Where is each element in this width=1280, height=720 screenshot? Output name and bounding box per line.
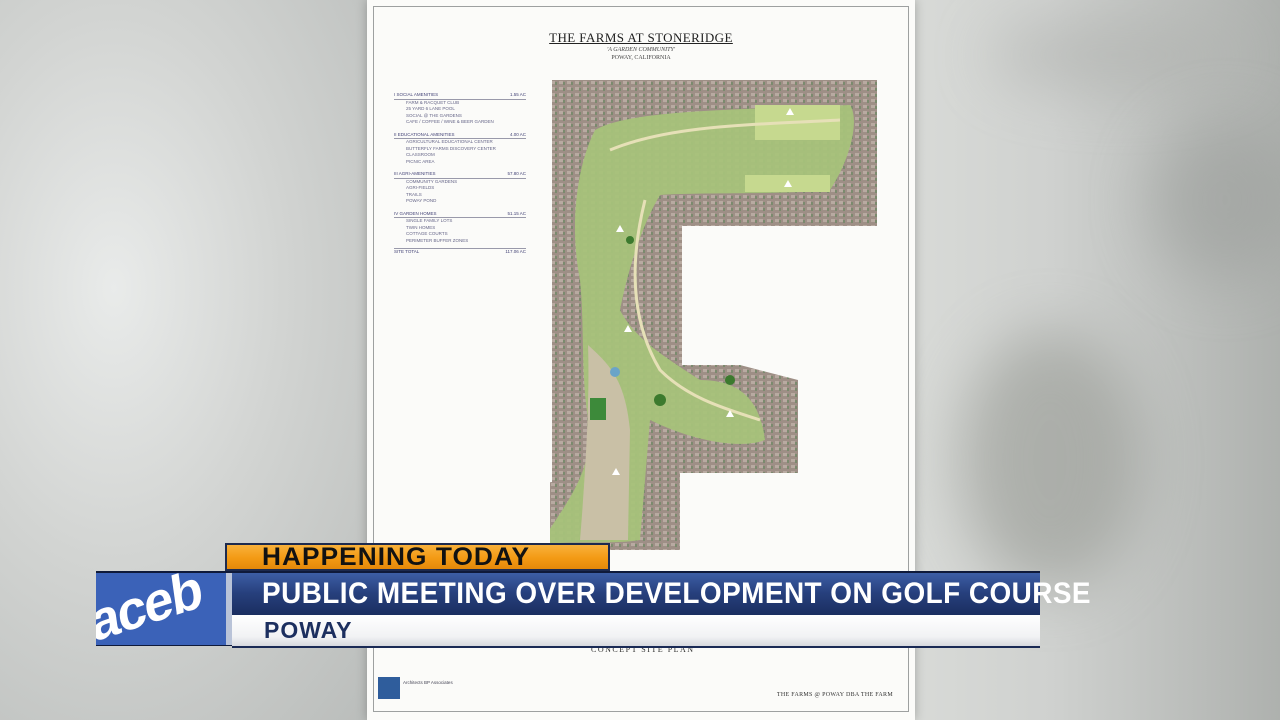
background-blur-shape (960, 330, 1140, 590)
legend-heading: I SOCIAL AMENITIES 1.55 AC (394, 92, 526, 100)
architect-logo (378, 677, 400, 699)
legend-item: PERIMETER BUFFER ZONES (406, 237, 469, 243)
document-location: POWAY, CALIFORNIA (611, 55, 671, 61)
location-text: POWAY (264, 617, 353, 643)
document-subtitle: 'A GARDEN COMMUNITY' (606, 47, 676, 53)
tree-cluster (725, 375, 735, 385)
architect-name: Architects BP Associates (403, 680, 453, 685)
document-title: THE FARMS AT STONERIDGE (549, 30, 733, 45)
legend-item: CAFE / COFFEE / WINE & BEER GARDEN (406, 119, 494, 124)
bar-separator (226, 573, 232, 645)
kicker-text: HAPPENING TODAY (262, 543, 531, 571)
facebook-logo-text: aceb (96, 573, 205, 645)
pond (610, 367, 620, 377)
legend-item: POWAY POND (406, 198, 437, 203)
site-total: SITE TOTAL 117.06 AC (394, 248, 526, 254)
legend-item: PICNIC AREA (406, 158, 435, 164)
document-footer: THE FARMS @ POWAY DBA THE FARM (776, 692, 893, 698)
tree-cluster (626, 236, 634, 244)
legend-heading: III AGRI-AMENITIES 57.80 AC (394, 171, 526, 179)
legend-heading: IV GARDEN HOMES 51.15 AC (394, 211, 526, 218)
garden-plots (590, 398, 606, 420)
location-bar (232, 615, 1040, 648)
headline-text: PUBLIC MEETING OVER DEVELOPMENT ON GOLF … (262, 577, 1091, 610)
legend-heading: II EDUCATIONAL AMENITIES 4.00 AC (394, 132, 526, 139)
amenities-legend: I SOCIAL AMENITIES 1.55 AC FARM & RACQUET… (394, 86, 526, 256)
aerial-site-plan (550, 80, 877, 550)
background-blur-shape (990, 20, 1250, 90)
tree-cluster (654, 394, 666, 406)
facebook-logo-bug: aceb (96, 573, 229, 645)
